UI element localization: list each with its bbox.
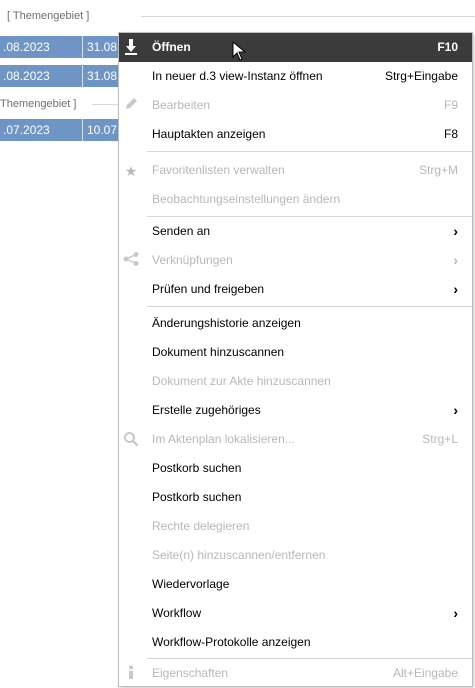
menu-item-label: Postkorb suchen (152, 461, 242, 475)
menu-item-label: Workflow (152, 606, 202, 620)
row-date-1: .07.2023 (3, 123, 50, 137)
menu-divider (147, 306, 472, 307)
group-header-1: [ Themengebiet ] (7, 8, 475, 24)
menu-item-label: Änderungshistorie anzeigen (152, 316, 301, 330)
menu-item-erstelle-zugehoeriges[interactable]: Erstelle zugehöriges › (119, 396, 472, 425)
menu-item-postkorb-suchen-2[interactable]: Postkorb suchen (119, 483, 472, 512)
menu-item-open-new-instance[interactable]: In neuer d.3 view-Instanz öffnen Strg+Ei… (119, 62, 472, 91)
share-icon (121, 252, 141, 270)
menu-item-verknuepfungen[interactable]: Verknüpfungen › (119, 246, 472, 275)
menu-item-rechte-delegieren[interactable]: Rechte delegieren (119, 512, 472, 541)
table-row[interactable]: .08.2023 31.08. (0, 36, 125, 58)
menu-item-label: Öffnen (152, 40, 191, 54)
menu-item-label: Hauptakten anzeigen (152, 127, 266, 141)
menu-item-label: Wiedervorlage (152, 577, 230, 591)
row-date-1: .08.2023 (3, 69, 50, 83)
menu-item-label: Postkorb suchen (152, 490, 242, 504)
menu-item-label: Prüfen und freigeben (152, 282, 265, 296)
menu-item-pruefen-freigeben[interactable]: Prüfen und freigeben › (119, 275, 472, 304)
menu-item-senden-an[interactable]: Senden an › (119, 217, 472, 246)
menu-item-wiedervorlage[interactable]: Wiedervorlage (119, 570, 472, 599)
group-header-rule (141, 16, 475, 17)
menu-item-aktenplan-lokalisieren[interactable]: Im Aktenplan lokalisieren... Strg+L (119, 425, 472, 454)
menu-item-shortcut: F9 (443, 98, 458, 112)
menu-divider (147, 151, 472, 152)
menu-item-label: Eigenschaften (152, 666, 229, 680)
menu-item-label: Beobachtungseinstellungen ändern (152, 192, 341, 206)
menu-item-label: Dokument zur Akte hinzuscannen (152, 374, 331, 388)
context-menu: Öffnen F10 In neuer d.3 view-Instanz öff… (118, 32, 473, 687)
menu-item-shortcut: F10 (437, 40, 458, 54)
group-header-label: [ Themengebiet ] (7, 10, 90, 22)
menu-item-shortcut: Strg+L (422, 432, 458, 446)
star-icon: ★ (124, 163, 138, 179)
menu-item-label: Dokument hinzuscannen (152, 345, 285, 359)
submenu-arrow-icon: › (453, 252, 458, 268)
menu-item-shortcut: Strg+M (418, 163, 458, 177)
mouse-cursor-icon (232, 40, 247, 64)
menu-item-shortcut: Strg+Eingabe (384, 69, 458, 83)
menu-item-label: In neuer d.3 view-Instanz öffnen (152, 69, 323, 83)
download-icon (121, 39, 141, 57)
submenu-arrow-icon: › (453, 281, 458, 297)
menu-item-shortcut: Alt+Eingabe (392, 666, 458, 680)
menu-item-label: Senden an (152, 224, 211, 238)
menu-item-label: Favoritenlisten verwalten (152, 163, 285, 177)
menu-item-postkorb-suchen[interactable]: Postkorb suchen (119, 454, 472, 483)
group-header-label: Themengebiet ] (0, 98, 77, 110)
menu-item-eigenschaften[interactable]: Eigenschaften Alt+Eingabe (119, 659, 472, 688)
submenu-arrow-icon: › (453, 605, 458, 621)
column-separator (82, 36, 83, 58)
column-separator (82, 65, 83, 87)
group-header-rule (92, 104, 118, 105)
menu-item-oeffnen[interactable]: Öffnen F10 (119, 33, 472, 62)
menu-item-beobachtung[interactable]: Beobachtungseinstellungen ändern (119, 185, 472, 214)
submenu-arrow-icon: › (453, 402, 458, 418)
group-header-2: Themengebiet ] (0, 96, 125, 112)
menu-item-shortcut: F8 (443, 127, 458, 141)
menu-item-label: Verknüpfungen (152, 253, 233, 267)
column-separator (82, 119, 83, 141)
table-row[interactable]: .07.2023 10.07. (0, 119, 125, 141)
pencil-icon (121, 97, 141, 115)
info-icon (121, 665, 141, 683)
menu-item-label: Seite(n) hinzuscannen/entfernen (152, 548, 326, 562)
menu-item-label: Bearbeiten (152, 98, 211, 112)
table-row[interactable]: .08.2023 31.08. (0, 65, 125, 87)
menu-item-dokument-zur-akte[interactable]: Dokument zur Akte hinzuscannen (119, 367, 472, 396)
submenu-arrow-icon: › (453, 223, 458, 239)
menu-item-workflow[interactable]: Workflow › (119, 599, 472, 628)
menu-item-bearbeiten[interactable]: Bearbeiten F9 (119, 91, 472, 120)
menu-item-label: Workflow-Protokolle anzeigen (152, 635, 311, 649)
menu-item-seiten-hinzuscannen[interactable]: Seite(n) hinzuscannen/entfernen (119, 541, 472, 570)
menu-item-label: Rechte delegieren (152, 519, 250, 533)
menu-item-workflow-protokolle[interactable]: Workflow-Protokolle anzeigen (119, 628, 472, 657)
menu-item-aenderungshistorie[interactable]: Änderungshistorie anzeigen (119, 309, 472, 338)
row-date-1: .08.2023 (3, 40, 50, 54)
menu-item-hauptakten[interactable]: Hauptakten anzeigen F8 (119, 120, 472, 149)
menu-item-label: Im Aktenplan lokalisieren... (152, 432, 295, 446)
menu-item-dokument-hinzuscannen[interactable]: Dokument hinzuscannen (119, 338, 472, 367)
menu-item-label: Erstelle zugehöriges (152, 403, 261, 417)
menu-item-favoritenlisten[interactable]: ★ Favoritenlisten verwalten Strg+M (119, 156, 472, 185)
search-icon (121, 431, 141, 449)
